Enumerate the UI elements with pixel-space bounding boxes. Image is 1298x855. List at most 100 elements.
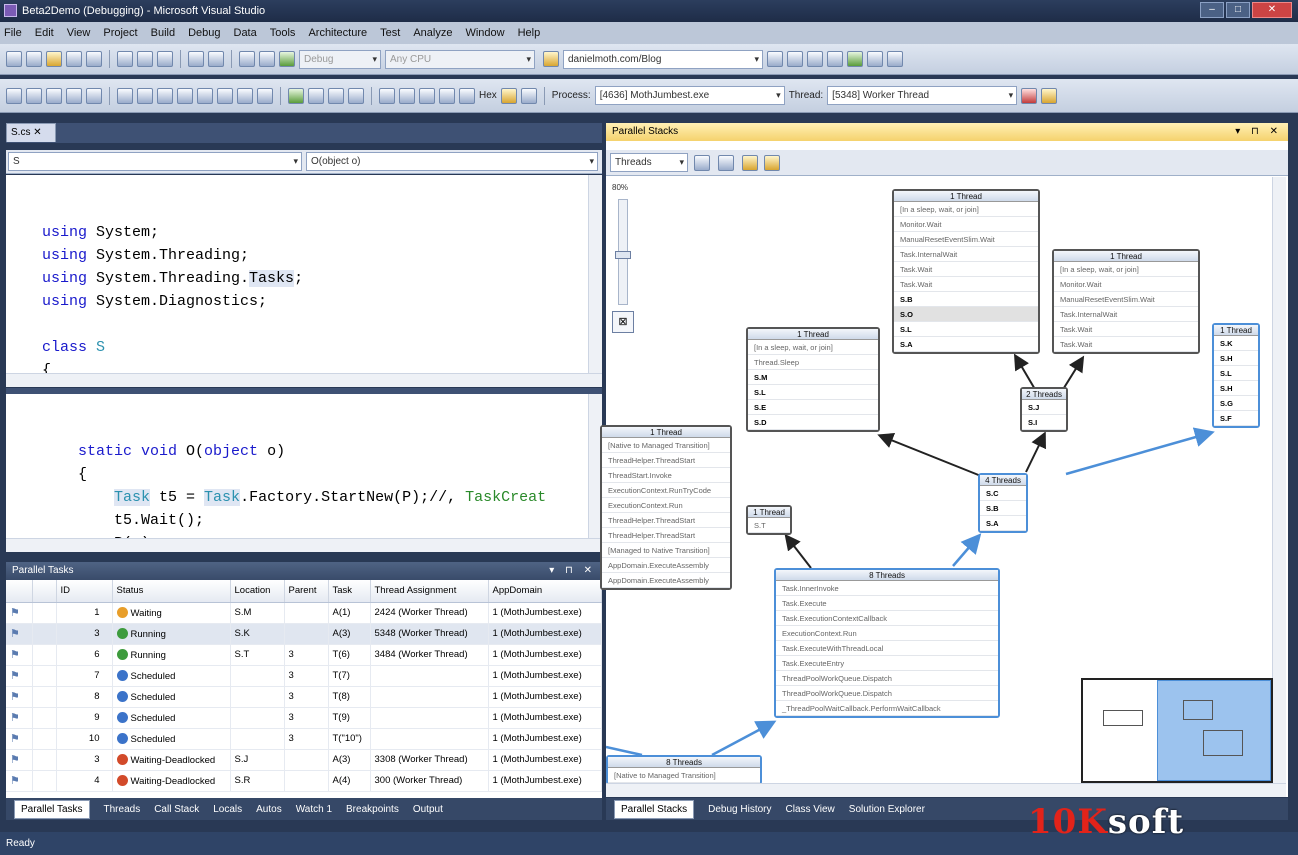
stack-frame[interactable]: S.I [1022,415,1066,430]
flag-column-header[interactable] [6,580,33,603]
process-combo[interactable]: [4636] MothJumbest.exe [594,86,785,105]
stack-node[interactable]: 1 Thread [In a sleep, wait, or join] Monit… [892,189,1040,354]
navigate-forward-icon[interactable] [259,51,275,67]
stack-frame[interactable]: S.H [1214,351,1258,366]
stack-frame[interactable]: [Native to Managed Transition] [608,768,760,783]
menu-tools[interactable]: Tools [270,27,296,39]
menu-data[interactable]: Data [234,27,257,39]
find-in-files-icon[interactable] [543,51,559,67]
save-all-icon[interactable] [86,51,102,67]
navigate-back-icon[interactable] [239,51,255,67]
show-next-statement-icon[interactable] [379,87,395,104]
stack-node[interactable]: 8 Threads [Native to Managed Transition] [606,755,762,785]
copy-icon[interactable] [137,51,153,67]
flag-icon[interactable]: ⚑ [10,733,20,745]
stack-frame[interactable]: ExecutionContext.Run [776,626,998,641]
column-header-id[interactable]: ID [56,580,113,603]
flag-icon[interactable]: ⚑ [10,670,20,682]
stack-frame[interactable]: [Managed to Native Transition] [602,543,730,558]
stack-frame[interactable]: S.L [748,385,878,400]
tab-locals[interactable]: Locals [213,804,242,815]
flag-icon[interactable]: ⚑ [10,775,20,787]
menu-build[interactable]: Build [151,27,175,39]
flag-cell[interactable]: ⚑ [6,602,33,624]
panel-window-buttons[interactable]: ▾ ⊓ ✕ [549,562,596,580]
windows-dropdown-icon[interactable] [520,87,537,104]
member-combo[interactable]: O(object o) [306,152,598,171]
start-debugging-icon[interactable] [279,51,295,67]
stop-debugging-icon[interactable] [328,87,344,104]
flag-icon[interactable]: ⚑ [10,754,20,766]
stack-frame[interactable]: S.E [748,400,878,415]
stack-frame[interactable]: S.J [1022,400,1066,415]
column-header-task[interactable]: Task [328,580,371,603]
tab-threads[interactable]: Threads [104,804,141,815]
editor-horizontal-scrollbar[interactable] [6,538,602,552]
flag-cell[interactable]: ⚑ [6,749,33,771]
stack-node[interactable]: 1 Thread [In a sleep, wait, or join] Threa… [746,327,880,432]
flag-cell[interactable]: ⚑ [6,707,33,729]
flag-icon[interactable]: ⚑ [10,649,20,661]
minimize-button[interactable]: – [1200,2,1224,18]
stack-frame[interactable]: ThreadHelper.ThreadStart [602,513,730,528]
task-row[interactable]: ⚑ 4 Waiting-Deadlocked S.R A(4) 300 (Worker T… [6,770,602,792]
stack-frame[interactable]: ManualResetEventSlim.Wait [1054,292,1198,307]
new-project-icon[interactable] [6,51,22,67]
icon-column-header[interactable] [32,580,57,603]
task-row[interactable]: ⚑ 8 Scheduled 3 T(8) 1 (MothJumbest.exe) [6,686,602,708]
tab-autos[interactable]: Autos [256,804,282,815]
menu-analyze[interactable]: Analyze [413,27,452,39]
show-only-flagged-icon[interactable] [694,155,710,171]
stack-frame[interactable]: Task.ExecuteWithThreadLocal [776,641,998,656]
outdent-icon[interactable] [177,87,193,104]
stack-frame[interactable]: S.D [748,415,878,430]
task-row[interactable]: ⚑ 1 Waiting S.M A(1) 2424 (Worker Thread) 1 (M… [6,602,602,624]
column-header-thread-assignment[interactable]: Thread Assignment [370,580,489,603]
stack-frame[interactable]: Thread.Sleep [748,355,878,370]
stack-frame[interactable]: Task.InnerInvoke [776,581,998,596]
find-icon[interactable] [767,51,783,67]
task-row[interactable]: ⚑ 9 Scheduled 3 T(9) 1 (MothJumbest.exe) [6,707,602,729]
stack-frame[interactable]: S.L [894,322,1038,337]
stack-frame[interactable]: ThreadPoolWorkQueue.Dispatch [776,686,998,701]
auto-scroll-icon[interactable] [742,155,758,171]
stack-frame[interactable]: [In a sleep, wait, or join] [1054,262,1198,277]
menu-view[interactable]: View [67,27,91,39]
save-icon[interactable] [66,51,82,67]
stack-frame[interactable]: Task.ExecuteEntry [776,656,998,671]
stack-frame[interactable]: Task.Wait [894,262,1038,277]
step-into-icon[interactable] [6,87,22,104]
uncomment-icon[interactable] [137,87,153,104]
editor-horizontal-scrollbar[interactable] [6,373,602,387]
stack-node[interactable]: 1 Thread [In a sleep, wait, or join] Monit… [1052,249,1200,354]
paste-icon[interactable] [157,51,173,67]
stack-frame[interactable]: Monitor.Wait [894,217,1038,232]
find-combo[interactable]: danielmoth.com/Blog [563,49,763,69]
redo-icon[interactable] [208,51,224,67]
menu-test[interactable]: Test [380,27,400,39]
zoom-fit-icon[interactable]: ⊠ [612,311,634,333]
task-row[interactable]: ⚑ 3 Waiting-Deadlocked S.J A(3) 3308 (Worker … [6,749,602,771]
flag-cell[interactable]: ⚑ [6,686,33,708]
editor-vertical-scrollbar[interactable] [588,175,602,387]
comment-icon[interactable] [117,87,133,104]
stack-frame[interactable]: _ThreadPoolWaitCallback.PerformWaitCallb… [776,701,998,716]
hex-display-icon[interactable] [500,87,517,104]
solution-platform-combo[interactable]: Any CPU [385,49,535,69]
window-layout-icon[interactable] [237,87,253,104]
menu-debug[interactable]: Debug [188,27,220,39]
stack-frame[interactable]: [Native to Managed Transition] [602,438,730,453]
stack-frame[interactable]: S.O [894,307,1038,322]
breakpoint-icon[interactable] [66,87,82,104]
menu-help[interactable]: Help [518,27,541,39]
tab-editor-file[interactable]: S.cs ✕ [6,123,56,142]
view-mode-combo[interactable]: Threads [610,153,688,172]
flag-icon[interactable]: ⚑ [10,607,20,619]
stack-frame[interactable]: AppDomain.ExecuteAssembly [602,573,730,588]
menu-window[interactable]: Window [465,27,504,39]
stack-node[interactable]: 1 Thread [Native to Managed Transition] Th… [600,425,732,590]
flag-icon[interactable]: ⚑ [10,628,20,640]
menu-architecture[interactable]: Architecture [308,27,367,39]
stack-frame[interactable]: S.A [980,516,1026,531]
stack-frame[interactable]: Task.InternalWait [894,247,1038,262]
